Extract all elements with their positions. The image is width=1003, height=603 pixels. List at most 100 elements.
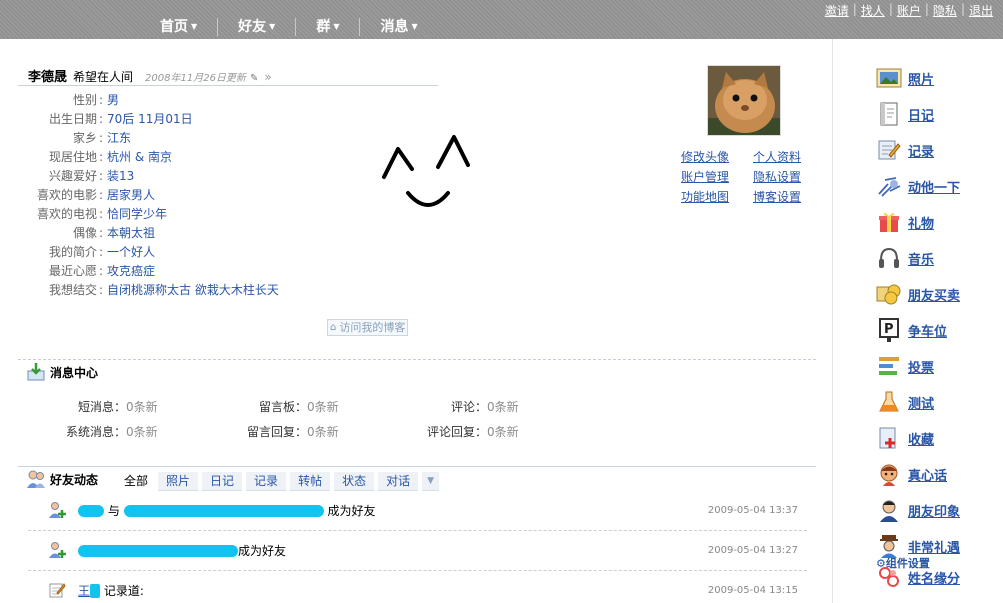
chevron-down-icon: ▼ — [269, 22, 276, 31]
tab-shares[interactable]: 转帖 — [290, 472, 331, 491]
app-name-fate[interactable]: 姓名缘分 — [876, 563, 960, 591]
friend-feed-title: 好友动态 — [26, 469, 98, 489]
invite-link[interactable]: 邀请 — [825, 2, 849, 19]
chevron-down-icon: ▼ — [427, 476, 435, 486]
privacy-link[interactable]: 隐私 — [933, 2, 957, 19]
gift-icon — [876, 209, 902, 235]
impression-icon — [876, 497, 902, 523]
info-key: 现居住地 — [48, 150, 97, 164]
app-gifts[interactable]: 礼物 — [876, 204, 1001, 240]
app-music[interactable]: 音乐 — [876, 240, 1001, 276]
logout-link[interactable]: 退出 — [969, 2, 993, 19]
app-sidebar: 照片 日记 记录 动他一下 礼物 音乐 朋友买卖 P 争车位 投票 测试 收藏 — [876, 60, 1001, 564]
comment-reply-count[interactable]: 评论回复：0条新 — [427, 423, 519, 440]
app-truth[interactable]: 真心话 — [876, 456, 1001, 492]
tab-records[interactable]: 记录 — [246, 472, 287, 491]
header-divider — [18, 85, 438, 86]
link-divider: | — [960, 2, 965, 16]
personal-info-link[interactable]: 个人资料 — [753, 148, 813, 167]
account-link[interactable]: 账户 — [897, 2, 921, 19]
account-links: 邀请 | 找人 | 账户 | 隐私 | 退出 — [823, 2, 995, 19]
tab-photos[interactable]: 照片 — [158, 472, 199, 491]
pencil-icon[interactable]: ✎ — [250, 73, 258, 84]
info-value[interactable]: 恰同学少年 — [105, 205, 167, 224]
message-reply-count[interactable]: 留言回复：0条新 — [247, 423, 339, 440]
info-value[interactable]: 江东 — [105, 129, 131, 148]
photo-icon — [876, 65, 902, 91]
friend-name-link[interactable] — [78, 505, 104, 517]
friend-name-link[interactable] — [78, 545, 238, 557]
more-tabs-dropdown[interactable]: ▼ — [422, 472, 440, 491]
tab-status[interactable]: 状态 — [334, 472, 375, 491]
app-friend-trade[interactable]: 朋友买卖 — [876, 276, 1001, 312]
account-manage-link[interactable]: 账户管理 — [681, 168, 753, 187]
feed-filter-tabs: 全部 照片 日记 记录 转帖 状态 对话 ▼ — [120, 472, 443, 491]
name-fate-icon — [876, 564, 902, 590]
profile-updated-time: 2008年11月26日更新 — [145, 73, 246, 84]
find-people-link[interactable]: 找人 — [861, 2, 885, 19]
nav-groups[interactable]: 群 ▼ — [296, 15, 359, 39]
info-row: 我想结交: 自闭桃源称太古 欲栽大木柱长天 — [22, 281, 279, 300]
change-avatar-link[interactable]: 修改头像 — [681, 148, 753, 167]
avatar[interactable] — [707, 65, 781, 136]
short-message-count[interactable]: 短消息：0条新 — [78, 398, 158, 415]
friends-icon — [27, 470, 45, 488]
app-favorites[interactable]: 收藏 — [876, 420, 1001, 456]
feature-map-link[interactable]: 功能地图 — [681, 188, 753, 207]
app-vote[interactable]: 投票 — [876, 348, 1001, 384]
app-quiz[interactable]: 测试 — [876, 384, 1001, 420]
info-value[interactable]: 本朝太祖 — [105, 224, 155, 243]
nav-messages[interactable]: 消息 ▼ — [360, 15, 437, 39]
info-value[interactable]: 居家男人 — [105, 186, 155, 205]
info-value[interactable]: 70后 11月01日 — [105, 110, 193, 129]
info-key: 偶像 — [72, 226, 97, 240]
vote-icon — [876, 353, 902, 379]
info-value[interactable]: 杭州 & 南京 — [105, 148, 172, 167]
info-value[interactable]: 自闭桃源称太古 欲栽大木柱长天 — [105, 281, 279, 300]
nav-friends[interactable]: 好友 ▼ — [218, 15, 295, 39]
feed-item: 王 记录道: 2009-05-04 13:15 — [28, 570, 808, 603]
double-chevron-right-icon[interactable]: » — [264, 70, 271, 84]
info-value[interactable]: 一个好人 — [105, 243, 155, 262]
info-row: 兴趣爱好: 装13 — [22, 167, 279, 186]
chevron-down-icon: ▼ — [191, 22, 198, 31]
tab-dialog[interactable]: 对话 — [378, 472, 419, 491]
app-diary[interactable]: 日记 — [876, 96, 1001, 132]
profile-status: 希望在人间 — [73, 70, 134, 84]
flask-icon — [876, 389, 902, 415]
privacy-settings-link[interactable]: 隐私设置 — [753, 168, 813, 187]
app-impression[interactable]: 朋友印象 — [876, 492, 1001, 528]
profile-name[interactable]: 李德晟 — [28, 66, 67, 85]
info-row: 家乡: 江东 — [22, 129, 279, 148]
info-value[interactable]: 攻克癌症 — [105, 262, 155, 281]
info-value[interactable]: 男 — [105, 91, 119, 110]
profile-links: 修改头像 个人资料 账户管理 隐私设置 功能地图 博客设置 — [681, 148, 813, 207]
feed-text: 与 成为好友 — [78, 502, 708, 519]
app-photos[interactable]: 照片 — [876, 60, 1001, 96]
app-parking[interactable]: P 争车位 — [876, 312, 1001, 348]
comment-count[interactable]: 评论：0条新 — [451, 398, 519, 415]
link-divider: | — [888, 2, 893, 16]
add-friend-icon — [49, 502, 66, 518]
message-board-count[interactable]: 留言板：0条新 — [259, 398, 339, 415]
visit-blog-button[interactable]: ⌂ 访问我的博客 — [327, 319, 409, 336]
feed-time: 2009-05-04 13:37 — [707, 504, 798, 516]
tab-diary[interactable]: 日记 — [202, 472, 243, 491]
tab-all[interactable]: 全部 — [120, 472, 154, 491]
nav-home[interactable]: 首页 ▼ — [140, 15, 217, 39]
message-center-title: 消息中心 — [26, 362, 98, 382]
note-edit-icon — [49, 583, 66, 598]
system-message-count[interactable]: 系统消息：0条新 — [66, 423, 158, 440]
friend-name-link[interactable] — [123, 505, 324, 517]
info-value[interactable]: 装13 — [105, 167, 134, 186]
info-row: 最近心愿: 攻克癌症 — [22, 262, 279, 281]
truth-icon — [876, 461, 902, 487]
friend-name-link[interactable]: 王 — [78, 584, 101, 598]
blog-settings-link[interactable]: 博客设置 — [753, 188, 813, 207]
visit-blog-label: 访问我的博客 — [339, 321, 406, 334]
coins-icon — [876, 281, 902, 307]
app-poke[interactable]: 动他一下 — [876, 168, 1001, 204]
info-key: 兴趣爱好 — [48, 169, 97, 183]
main-nav: 首页 ▼ 好友 ▼ 群 ▼ 消息 ▼ — [140, 15, 438, 39]
app-records[interactable]: 记录 — [876, 132, 1001, 168]
